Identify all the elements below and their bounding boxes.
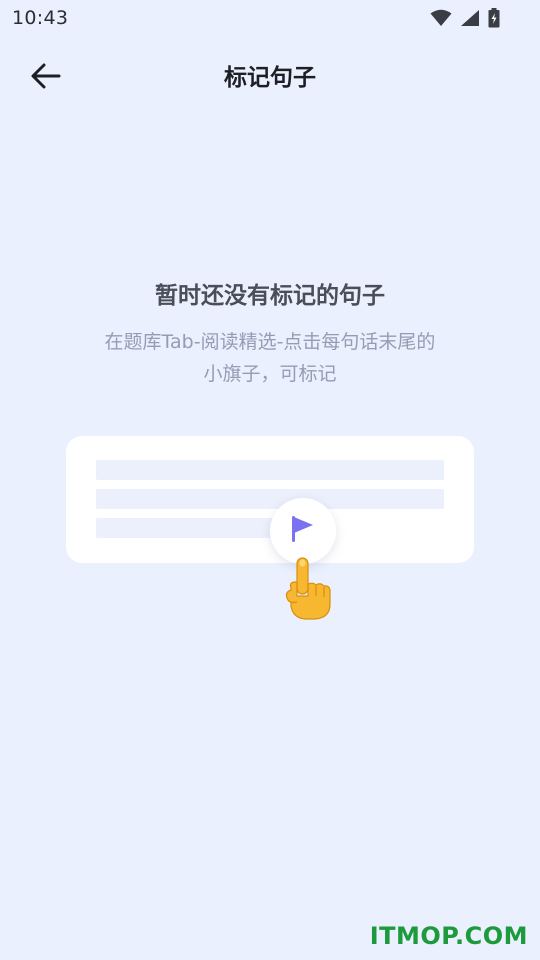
wifi-icon <box>430 9 452 27</box>
status-time: 10:43 <box>12 7 69 29</box>
nav-bar: 标记句子 <box>0 48 540 102</box>
illustration-card <box>66 436 474 563</box>
empty-state-description-line-1: 在题库Tab-阅读精选-点击每句话末尾的 <box>104 331 436 353</box>
watermark: ITMOP.COM <box>369 922 528 950</box>
empty-state-title: 暂时还没有标记的句子 <box>155 283 385 309</box>
flag-icon <box>290 514 316 548</box>
empty-state-description: 在题库Tab-阅读精选-点击每句话末尾的 小旗子，可标记 <box>70 326 470 390</box>
signal-icon <box>460 9 480 27</box>
battery-charging-icon <box>488 8 500 28</box>
pointing-hand-icon <box>283 556 335 622</box>
page-title: 标记句子 <box>224 65 316 91</box>
status-icons <box>430 8 500 28</box>
status-bar: 10:43 <box>0 0 540 36</box>
placeholder-line <box>96 460 444 480</box>
placeholder-line <box>96 518 286 538</box>
flag-marker <box>270 498 336 564</box>
empty-state-description-line-2: 小旗子，可标记 <box>203 363 337 385</box>
placeholder-line <box>96 489 444 509</box>
